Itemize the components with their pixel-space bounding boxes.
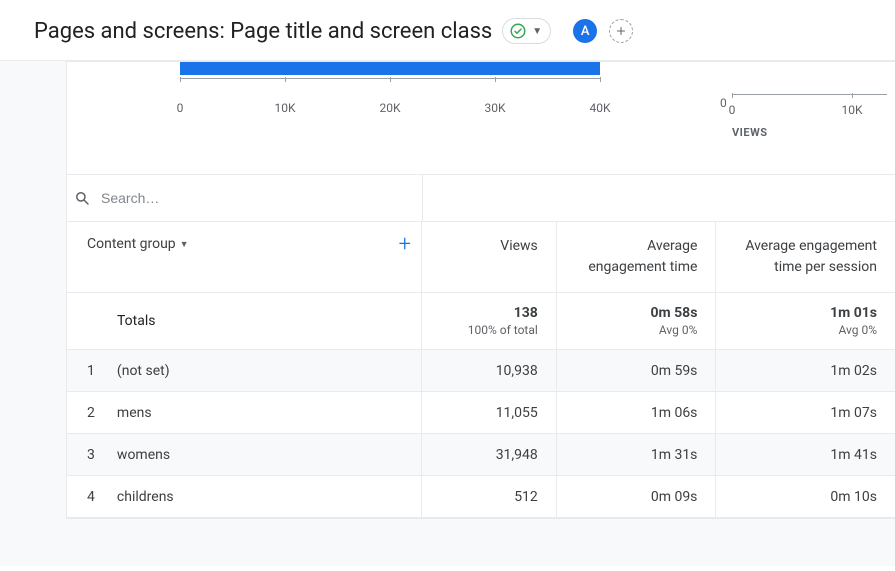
row-aets: 1m 02s [715, 350, 895, 391]
check-circle-icon [509, 22, 527, 40]
status-dropdown[interactable]: ▼ [502, 18, 551, 44]
row-dimension: (not set) [117, 350, 421, 391]
column-header-avg-engagement-session[interactable]: Average engagement time per session [715, 222, 895, 292]
table-row[interactable]: 1 (not set) 10,938 0m 59s 1m 02s [67, 350, 895, 392]
page-title: Pages and screens: Page title and screen… [34, 19, 492, 44]
row-aet: 0m 59s [556, 350, 716, 391]
row-aets: 1m 07s [715, 392, 895, 433]
row-aets: 0m 10s [715, 476, 895, 517]
totals-aet-value: 0m 58s [575, 305, 698, 321]
totals-aets: 1m 01s Avg 0% [715, 293, 895, 349]
totals-aet-sub: Avg 0% [575, 323, 698, 337]
column-header-avg-engagement[interactable]: Average engagement time [556, 222, 716, 292]
tick-label: 10K [274, 101, 295, 115]
totals-aet: 0m 58s Avg 0% [556, 293, 716, 349]
totals-aets-sub: Avg 0% [734, 323, 877, 337]
bar-total [180, 62, 600, 75]
row-index: 1 [67, 350, 117, 391]
column-header-row: Content group ▼ + Views Average engageme… [67, 222, 895, 293]
row-views: 10,938 [421, 350, 556, 391]
content-area: 0 10K 20K 30K 40K 0 0 10K VIEWS [0, 61, 895, 566]
report-card: 0 10K 20K 30K 40K 0 0 10K VIEWS [66, 61, 895, 519]
row-index: 2 [67, 392, 117, 433]
table-row[interactable]: 4 childrens 512 0m 09s 0m 10s [67, 476, 895, 518]
column-header-views[interactable]: Views [421, 222, 556, 292]
search-row [67, 174, 895, 222]
row-index: 4 [67, 476, 117, 517]
row-aet: 1m 31s [556, 434, 716, 475]
add-segment-button[interactable] [609, 19, 633, 43]
row-views: 31,948 [421, 434, 556, 475]
mini-x-axis [732, 94, 887, 95]
add-dimension-button[interactable]: + [399, 236, 411, 254]
totals-views-sub: 100% of total [440, 323, 538, 337]
tick-label: 0 [177, 101, 184, 115]
row-aets: 1m 41s [715, 434, 895, 475]
row-aet: 1m 06s [556, 392, 716, 433]
tick-label: 30K [484, 101, 505, 115]
search-icon [73, 189, 91, 207]
dimension-dropdown[interactable]: Content group ▼ [87, 236, 189, 252]
topbar: Pages and screens: Page title and screen… [0, 0, 895, 61]
dimension-header: Content group ▼ + [67, 222, 421, 292]
row-aet: 0m 09s [556, 476, 716, 517]
totals-views-value: 138 [440, 305, 538, 321]
chevron-down-icon: ▼ [532, 26, 542, 37]
row-views: 512 [421, 476, 556, 517]
mini-y-label: 0 [720, 96, 727, 110]
table-body: 1 (not set) 10,938 0m 59s 1m 02s 2 mens … [67, 350, 895, 518]
tick-label: 20K [379, 101, 400, 115]
mini-tick-label: 10K [841, 103, 862, 117]
row-dimension: childrens [117, 476, 421, 517]
totals-views: 138 100% of total [421, 293, 556, 349]
dimension-label: Content group [87, 236, 176, 252]
table-row[interactable]: 2 mens 11,055 1m 06s 1m 07s [67, 392, 895, 434]
tick-label: 40K [589, 101, 610, 115]
totals-label: Totals [67, 293, 421, 349]
row-index: 3 [67, 434, 117, 475]
chart-area: 0 10K 20K 30K 40K 0 0 10K VIEWS [67, 62, 895, 174]
chevron-down-icon: ▼ [180, 239, 189, 250]
views-axis-label: VIEWS [732, 126, 768, 139]
totals-row: Totals 138 100% of total 0m 58s Avg 0% 1… [67, 293, 895, 350]
mini-tick-label: 0 [729, 103, 736, 117]
totals-aets-value: 1m 01s [734, 305, 877, 321]
row-dimension: womens [117, 434, 421, 475]
vertical-divider [422, 175, 423, 221]
search-input[interactable] [101, 190, 351, 206]
row-dimension: mens [117, 392, 421, 433]
row-views: 11,055 [421, 392, 556, 433]
segment-badge-a[interactable]: A [573, 19, 597, 43]
table-row[interactable]: 3 womens 31,948 1m 31s 1m 41s [67, 434, 895, 476]
